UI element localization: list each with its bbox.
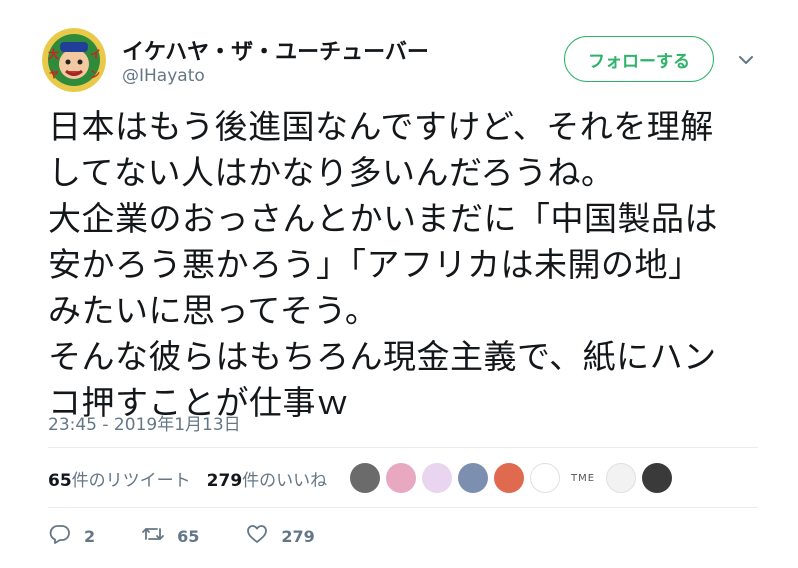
divider [48,507,758,508]
chevron-down-icon[interactable] [736,50,756,70]
svg-text:ヤ: ヤ [49,69,59,81]
retweet-button[interactable]: 65 [141,522,199,550]
follow-button[interactable]: フォローする [564,36,714,82]
display-name[interactable]: イケハヤ・ザ・ユーチューバー [122,34,429,66]
liker-avatar[interactable] [494,463,524,493]
like-count: 279 [206,470,243,491]
like-action-count: 279 [281,526,315,546]
retweet-count: 65 [48,470,72,491]
liker-avatar[interactable] [386,463,416,493]
retweet-stat[interactable]: 65 件のリツイート [48,466,191,491]
like-label: 件のいいね [242,470,328,491]
reply-icon [48,522,72,550]
liker-avatar[interactable] [530,463,560,493]
tweet-stats: 65 件のリツイート 279 件のいいね [48,466,343,491]
tweet-text: 日本はもう後進国なんですけど、それを理解 してない人はかなり多いんだろうね。 大… [48,107,718,422]
liker-avatar[interactable] [642,463,672,493]
svg-text:大: 大 [48,47,59,61]
tweet-timestamp[interactable]: 23:45 - 2019年1月13日 [48,410,241,435]
liker-avatar[interactable] [458,463,488,493]
svg-text:ン: ン [90,70,100,81]
tweet-header: 大 イ ヤ ン イケハヤ・ザ・ユーチューバー @IHayato フォローする [42,28,772,92]
user-avatar[interactable]: 大 イ ヤ ン [42,28,106,92]
liker-avatar[interactable] [350,463,380,493]
retweet-action-count: 65 [177,526,200,546]
liker-avatars: TME [350,462,678,494]
like-button[interactable]: 279 [245,522,315,550]
retweet-icon [141,522,165,550]
reply-count: 2 [84,526,96,546]
reply-button[interactable]: 2 [48,522,95,550]
divider [48,447,758,448]
heart-icon [245,522,269,550]
liker-avatar[interactable] [422,463,452,493]
retweet-label: 件のリツイート [71,470,191,491]
like-stat[interactable]: 279 件のいいね [207,466,328,491]
tweet-actions: 2 65 279 [48,523,361,549]
svg-text:イ: イ [90,48,101,61]
liker-avatar[interactable]: TME [566,463,600,493]
liker-avatar[interactable] [606,463,636,493]
user-handle[interactable]: @IHayato [122,66,205,86]
